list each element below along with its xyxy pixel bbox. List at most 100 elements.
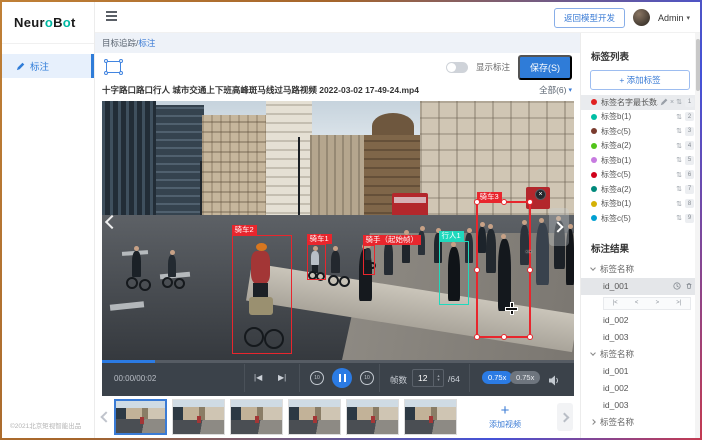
main-content: 目标追踪 / 标注 显示标注 保存(S) 十字路口路口行人 城市交通上下班高峰斑…	[95, 33, 580, 438]
speed-pill-inactive[interactable]: 0.75x	[510, 371, 540, 384]
frame-number-input[interactable]: 12 ▴▾	[412, 369, 444, 387]
prev-frame-button[interactable]: |◀	[254, 373, 262, 382]
pause-bar	[344, 374, 346, 382]
back-to-model-dev-button[interactable]: 返回模型开发	[554, 8, 625, 28]
tag-row[interactable]: 标签c(5)⇅6	[581, 168, 699, 183]
breadcrumb-parent[interactable]: 目标追踪	[102, 37, 136, 49]
tag-order-badge: 7	[685, 185, 694, 194]
bbox-cyclist-3-selected[interactable]: 骑车3 × ↔	[476, 201, 531, 338]
result-group[interactable]: 标签名称	[581, 346, 699, 363]
sort-icon[interactable]: ⇅	[676, 142, 682, 150]
cyclist-figure	[132, 251, 141, 277]
result-item[interactable]: id_002	[581, 380, 699, 397]
bbox-cyclist-2[interactable]: 骑车2	[232, 235, 292, 354]
bbox-cyclist-1[interactable]: 骑车1	[307, 244, 326, 280]
tag-name: 标签b(1)	[601, 198, 674, 209]
user-avatar[interactable]	[633, 9, 650, 26]
forward-10-button[interactable]: 10	[360, 371, 374, 385]
resize-handle[interactable]	[474, 334, 480, 340]
video-frame[interactable]: 骑车2 骑车1 骑手（起始帧） 行人1 骑车3 × ↔	[102, 101, 574, 360]
tag-color-dot	[591, 172, 597, 178]
show-annotation-label: 显示标注	[476, 61, 510, 73]
stepper-down-icon[interactable]: ▾	[437, 378, 439, 383]
user-menu[interactable]: Admin▾	[658, 13, 690, 23]
delete-box-button[interactable]: ×	[535, 189, 546, 200]
sort-icon[interactable]: ⇅	[676, 185, 682, 193]
result-item-selected[interactable]: id_001	[581, 278, 699, 295]
frame-stepper[interactable]: ▴▾	[433, 370, 443, 386]
result-item[interactable]: id_002	[581, 312, 699, 329]
scrollbar[interactable]	[695, 33, 700, 438]
edit-tag-icon[interactable]	[660, 98, 668, 106]
collapse-menu-icon[interactable]	[106, 15, 117, 17]
progress-track[interactable]	[102, 360, 574, 363]
tag-row[interactable]: 标签b(1)⇅2	[581, 110, 699, 125]
delete-tag-icon[interactable]: ×	[670, 99, 674, 106]
sidebar-item-annotate[interactable]: 标注	[2, 54, 94, 78]
video-thumbnail[interactable]	[172, 399, 225, 435]
result-item[interactable]: id_003	[581, 397, 699, 414]
bbox-label: 骑手（起始帧）	[363, 235, 422, 245]
video-thumbnail[interactable]	[288, 399, 341, 435]
trash-icon[interactable]	[685, 282, 693, 290]
add-tag-button[interactable]: + 添加标签	[590, 70, 690, 90]
result-group[interactable]: 标签名称	[581, 261, 699, 278]
video-thumbnail-selected[interactable]	[114, 399, 167, 435]
first-frame-icon[interactable]: |<	[613, 300, 618, 306]
history-icon[interactable]	[673, 282, 681, 290]
bbox-pedestrian-1[interactable]: 行人1	[439, 241, 469, 305]
speed-pill-active[interactable]: 0.75x	[482, 371, 512, 384]
tag-row[interactable]: 标签c(5)⇅3	[581, 124, 699, 139]
rect-select-tool-icon[interactable]	[106, 61, 121, 73]
tag-row[interactable]: 标签a(2)⇅4	[581, 139, 699, 154]
tag-row[interactable]: 标签b(1)⇅5	[581, 153, 699, 168]
last-frame-icon[interactable]: >|	[676, 300, 681, 306]
tag-row[interactable]: 标签a(2)⇅7	[581, 182, 699, 197]
next-frame-icon[interactable]: >	[656, 300, 660, 306]
tag-order-badge: 3	[685, 127, 694, 136]
filmstrip-next-chevron[interactable]	[557, 403, 573, 431]
sort-icon[interactable]: ⇅	[676, 171, 682, 179]
next-video-chevron[interactable]	[549, 208, 569, 246]
sort-icon[interactable]: ⇅	[676, 214, 682, 222]
sort-icon[interactable]: ⇅	[676, 200, 682, 208]
tag-order-badge: 6	[685, 170, 694, 179]
prev-frame-icon[interactable]: <	[635, 300, 639, 306]
filmstrip-prev-chevron[interactable]	[100, 411, 111, 422]
volume-icon[interactable]	[548, 373, 560, 391]
scrollbar-thumb[interactable]	[696, 39, 700, 91]
resize-handle[interactable]	[501, 334, 507, 340]
resize-handle[interactable]	[501, 199, 507, 205]
resize-handle[interactable]	[474, 267, 480, 273]
video-thumbnail[interactable]	[346, 399, 399, 435]
show-annotation-toggle[interactable]	[446, 62, 468, 73]
next-frame-button[interactable]: ▶|	[278, 373, 286, 382]
tag-row[interactable]: 标签c(5)⇅9	[581, 211, 699, 226]
resize-handle[interactable]	[527, 199, 533, 205]
result-item[interactable]: id_001	[581, 363, 699, 380]
save-button[interactable]: 保存(S)	[518, 55, 572, 80]
bbox-rider-startframe[interactable]: 骑手（起始帧）	[363, 245, 375, 275]
sort-icon[interactable]: ⇅	[676, 127, 682, 135]
sort-icon[interactable]: ⇅	[676, 156, 682, 164]
filter-dropdown[interactable]: 全部(6)▾	[539, 84, 572, 96]
resize-cursor-icon: ↔	[524, 245, 533, 255]
add-video-button[interactable]: + 添加视频	[470, 396, 540, 438]
pause-button[interactable]	[332, 368, 352, 388]
result-group-collapsed[interactable]: 标签名称	[581, 414, 699, 431]
tag-row-selected[interactable]: 标签名字最长数... × ⇅ 1	[581, 95, 699, 110]
frame-count-label: 帧数	[390, 374, 407, 386]
resize-handle[interactable]	[527, 267, 533, 273]
resize-handle[interactable]	[527, 334, 533, 340]
tag-row[interactable]: 标签b(1)⇅8	[581, 197, 699, 212]
tool-corner-dot	[104, 59, 108, 63]
sort-icon[interactable]: ⇅	[676, 113, 682, 121]
chevron-down-icon: ▾	[568, 86, 572, 94]
video-thumbnail[interactable]	[230, 399, 283, 435]
result-item[interactable]: id_003	[581, 329, 699, 346]
resize-handle[interactable]	[474, 199, 480, 205]
rewind-10-button[interactable]: 10	[310, 371, 324, 385]
video-thumbnail[interactable]	[404, 399, 457, 435]
logo-accent: o	[63, 15, 71, 30]
sort-icon[interactable]: ⇅	[676, 98, 682, 106]
